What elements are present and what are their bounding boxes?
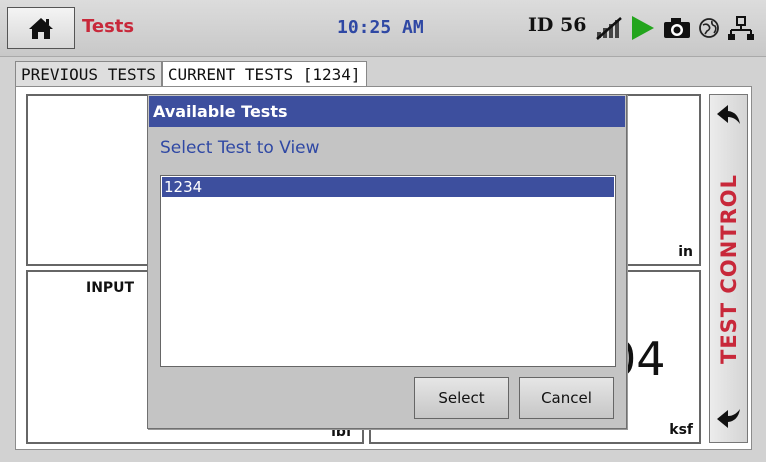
test-control-label-wrap: TEST CONTROL (709, 94, 748, 443)
tab-bar: PREVIOUS TESTS CURRENT TESTS [1234] (15, 61, 367, 86)
play-icon[interactable] (630, 14, 656, 42)
camera-icon[interactable] (663, 17, 691, 39)
arrow-up-left-icon[interactable] (714, 102, 743, 128)
globe-icon[interactable] (698, 17, 720, 39)
app-title: Tests (82, 16, 135, 37)
test-control-label: TEST CONTROL (716, 173, 741, 364)
dialog-title: Available Tests (149, 96, 625, 127)
status-icons (595, 12, 755, 44)
app-frame: Tests 10:25 AM ID 56 PREVIOUS TESTS CURR… (0, 0, 766, 462)
cancel-button[interactable]: Cancel (519, 377, 614, 419)
value-unit-label: ksf (669, 422, 693, 438)
list-item[interactable]: 1234 (162, 177, 614, 197)
arrow-down-left-icon[interactable] (714, 405, 743, 431)
network-icon[interactable] (727, 15, 755, 41)
device-id: ID 56 (528, 14, 587, 36)
dialog-prompt: Select Test to View (160, 138, 320, 158)
select-button[interactable]: Select (414, 377, 509, 419)
tab-current-tests[interactable]: CURRENT TESTS [1234] (161, 61, 367, 86)
top-unit-label: in (678, 244, 693, 260)
tests-list[interactable]: 1234 (160, 175, 616, 367)
home-button[interactable] (7, 7, 75, 49)
available-tests-dialog: Available Tests Select Test to View 1234… (147, 94, 627, 429)
tab-previous-tests[interactable]: PREVIOUS TESTS (15, 61, 162, 86)
home-icon (29, 18, 53, 39)
top-bar: Tests 10:25 AM ID 56 (0, 0, 766, 57)
signal-off-icon (596, 17, 622, 40)
clock: 10:25 AM (337, 17, 424, 38)
input-label: INPUT (86, 280, 135, 296)
